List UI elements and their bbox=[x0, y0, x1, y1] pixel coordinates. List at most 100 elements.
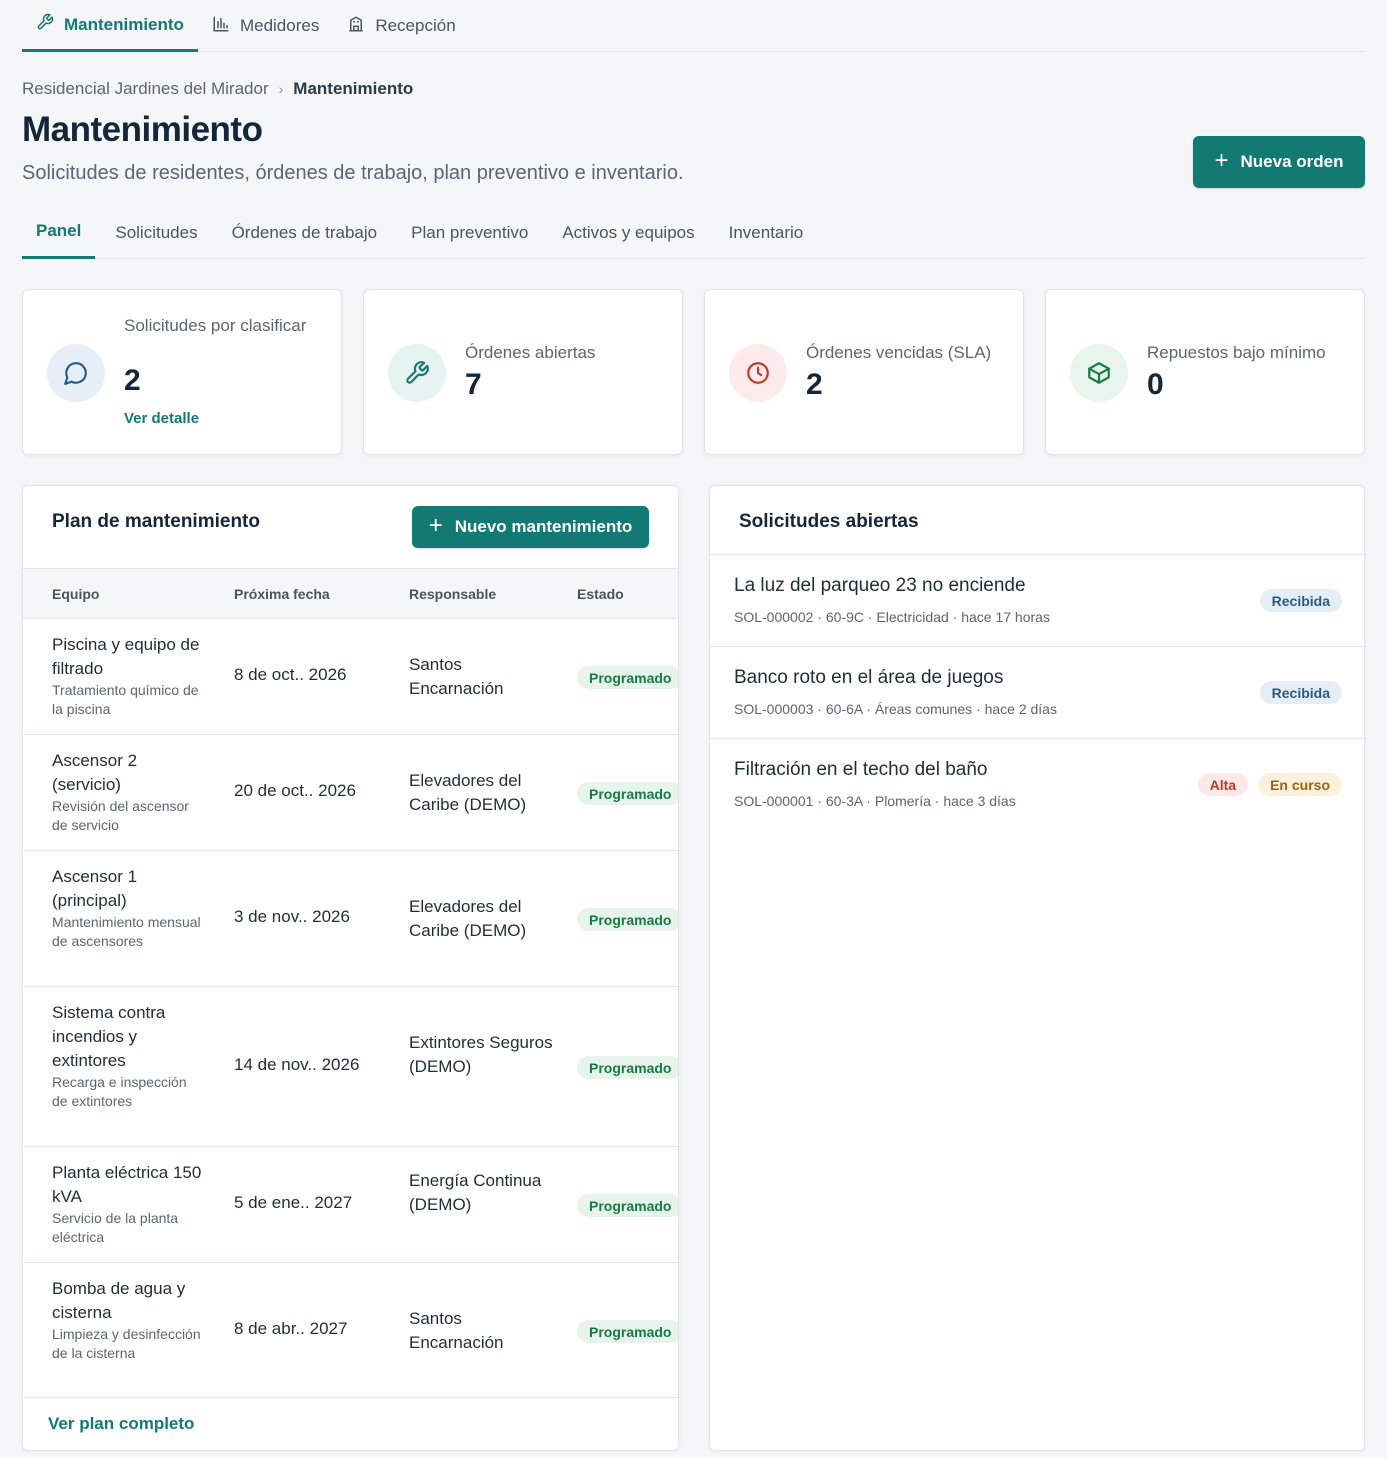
clock-icon bbox=[729, 344, 787, 402]
plus-icon: + bbox=[1214, 147, 1229, 174]
stat-card-ordenes-abiertas: Órdenes abiertas 7 bbox=[363, 289, 683, 455]
stat-value: 0 bbox=[1147, 368, 1164, 401]
topnav-label: Mantenimiento bbox=[64, 14, 184, 34]
building-icon bbox=[347, 15, 365, 38]
column-responsable: Responsable bbox=[409, 586, 497, 602]
equipment-cell: Sistema contra incendios y extintores Re… bbox=[52, 1001, 202, 1111]
next-date: 8 de oct.. 2026 bbox=[234, 665, 347, 684]
status-badge: Recibida bbox=[1259, 589, 1342, 612]
breadcrumb: Residencial Jardines del Mirador › Mante… bbox=[22, 79, 413, 99]
tab-plan-preventivo[interactable]: Plan preventivo bbox=[397, 210, 542, 259]
breadcrumb-parent[interactable]: Residencial Jardines del Mirador bbox=[22, 79, 269, 99]
responsible: Santos Encarnación bbox=[409, 1309, 504, 1352]
stat-value: 2 bbox=[124, 364, 141, 397]
stat-label: Órdenes vencidas (SLA) bbox=[806, 343, 992, 362]
priority-badge: Alta bbox=[1197, 773, 1249, 796]
tab-ordenes[interactable]: Órdenes de trabajo bbox=[218, 210, 392, 259]
table-row[interactable]: Sistema contra incendios y extintores Re… bbox=[23, 987, 678, 1147]
next-date: 8 de abr.. 2027 bbox=[234, 1319, 348, 1338]
list-item[interactable]: Banco roto en el área de juegos SOL-0000… bbox=[710, 647, 1366, 739]
table-row[interactable]: Bomba de agua y cisterna Limpieza y desi… bbox=[23, 1263, 678, 1398]
status-badge: Programado bbox=[577, 666, 678, 689]
maintenance-plan-card: Plan de mantenimiento Equipo Próxima fec… bbox=[22, 485, 679, 1451]
request-title: La luz del parqueo 23 no enciende bbox=[734, 575, 1026, 596]
equipment-description: Servicio de la planta eléctrica bbox=[52, 1210, 179, 1245]
topnav-recepcion[interactable]: Recepción bbox=[333, 0, 469, 52]
stat-label: Órdenes abiertas bbox=[465, 343, 596, 362]
equipment-cell: Bomba de agua y cisterna Limpieza y desi… bbox=[52, 1277, 202, 1363]
responsible: Elevadores del Caribe (DEMO) bbox=[409, 771, 527, 814]
new-order-button[interactable]: + Nueva orden bbox=[1193, 136, 1365, 188]
open-requests-card: Solicitudes abiertas La luz del parqueo … bbox=[709, 485, 1366, 1451]
stat-card-ordenes-vencidas: Órdenes vencidas (SLA) 2 bbox=[704, 289, 1024, 455]
table-row[interactable]: Planta eléctrica 150 kVA Servicio de la … bbox=[23, 1147, 678, 1263]
top-navigation: Mantenimiento Medidores Recepción bbox=[22, 0, 1365, 52]
box-icon bbox=[1070, 344, 1128, 402]
request-badges: Recibida bbox=[1259, 589, 1342, 612]
list-item[interactable]: La luz del parqueo 23 no enciende SOL-00… bbox=[710, 555, 1366, 647]
status-badge: En curso bbox=[1258, 773, 1342, 796]
equipment-cell: Planta eléctrica 150 kVA Servicio de la … bbox=[52, 1161, 202, 1247]
column-equipo: Equipo bbox=[52, 586, 100, 602]
request-title: Filtración en el techo del baño bbox=[734, 759, 988, 780]
list-item[interactable]: Filtración en el techo del baño SOL-0000… bbox=[710, 739, 1366, 831]
responsible: Santos Encarnación bbox=[409, 655, 504, 698]
new-maintenance-label: Nuevo mantenimiento bbox=[454, 517, 633, 536]
view-full-plan-link[interactable]: Ver plan completo bbox=[48, 1414, 194, 1434]
stat-label: Repuestos bajo mínimo bbox=[1147, 343, 1326, 362]
plan-table-header: Equipo Próxima fecha Responsable Estado bbox=[23, 568, 678, 619]
responsible: Elevadores del Caribe (DEMO) bbox=[409, 897, 527, 940]
chevron-right-icon: › bbox=[278, 81, 284, 97]
equipment-cell: Ascensor 2 (servicio) Revisión del ascen… bbox=[52, 749, 202, 835]
column-proxima-fecha: Próxima fecha bbox=[234, 586, 330, 602]
section-tabs: Panel Solicitudes Órdenes de trabajo Pla… bbox=[22, 210, 1365, 259]
equipment-description: Limpieza y desinfección de la cisterna bbox=[52, 1326, 201, 1361]
equipment-name: Ascensor 1 (principal) bbox=[52, 867, 138, 910]
equipment-description: Revisión del ascensor de servicio bbox=[52, 798, 189, 833]
stat-label: Solicitudes por clasificar bbox=[124, 316, 307, 335]
equipment-name: Planta eléctrica 150 kVA bbox=[52, 1163, 202, 1206]
wrench-icon bbox=[36, 13, 54, 36]
page-subtitle: Solicitudes de residentes, órdenes de tr… bbox=[22, 162, 684, 184]
equipment-name: Bomba de agua y cisterna bbox=[52, 1279, 186, 1322]
table-row[interactable]: Ascensor 2 (servicio) Revisión del ascen… bbox=[23, 735, 678, 851]
equipment-description: Mantenimiento mensual de ascensores bbox=[52, 914, 201, 949]
tab-solicitudes[interactable]: Solicitudes bbox=[101, 210, 211, 259]
equipment-description: Recarga e inspección de extintores bbox=[52, 1074, 187, 1109]
request-meta: SOL-000002 · 60-9C · Electricidad · hace… bbox=[734, 609, 1050, 625]
tab-activos[interactable]: Activos y equipos bbox=[548, 210, 708, 259]
next-date: 3 de nov.. 2026 bbox=[234, 907, 350, 926]
new-maintenance-button[interactable]: + Nuevo mantenimiento bbox=[412, 506, 649, 548]
ver-detalle-link[interactable]: Ver detalle bbox=[124, 410, 199, 427]
stat-value: 2 bbox=[806, 368, 823, 401]
bar-chart-icon bbox=[212, 15, 230, 38]
wrench-icon bbox=[388, 344, 446, 402]
responsible: Extintores Seguros (DEMO) bbox=[409, 1033, 553, 1076]
request-badges: Recibida bbox=[1259, 681, 1342, 704]
stat-value: 7 bbox=[465, 368, 482, 401]
equipment-name: Sistema contra incendios y extintores bbox=[52, 1003, 166, 1070]
topnav-label: Medidores bbox=[239, 16, 320, 35]
stat-card-repuestos: Repuestos bajo mínimo 0 bbox=[1045, 289, 1365, 455]
table-row[interactable]: Ascensor 1 (principal) Mantenimiento men… bbox=[23, 851, 678, 987]
request-meta: SOL-000003 · 60-6A · Áreas comunes · hac… bbox=[734, 701, 1057, 717]
plan-title: Plan de mantenimiento bbox=[52, 511, 260, 532]
request-meta: SOL-000001 · 60-3A · Plomería · hace 3 d… bbox=[734, 793, 1016, 809]
equipment-name: Ascensor 2 (servicio) bbox=[52, 751, 138, 794]
equipment-name: Piscina y equipo de filtrado bbox=[52, 635, 200, 678]
chat-bubble-icon bbox=[47, 344, 105, 402]
topnav-label: Recepción bbox=[375, 16, 456, 35]
requests-title: Solicitudes abiertas bbox=[739, 511, 919, 532]
status-badge: Recibida bbox=[1259, 681, 1342, 704]
tab-panel[interactable]: Panel bbox=[22, 210, 96, 259]
equipment-cell: Ascensor 1 (principal) Mantenimiento men… bbox=[52, 865, 202, 951]
request-badges: Alta En curso bbox=[1197, 773, 1342, 796]
next-date: 14 de nov.. 2026 bbox=[234, 1055, 360, 1074]
tab-inventario[interactable]: Inventario bbox=[715, 210, 818, 259]
table-row[interactable]: Piscina y equipo de filtrado Tratamiento… bbox=[23, 619, 678, 735]
request-title: Banco roto en el área de juegos bbox=[734, 667, 1004, 688]
topnav-mantenimiento[interactable]: Mantenimiento bbox=[22, 0, 198, 52]
topnav-medidores[interactable]: Medidores bbox=[198, 0, 333, 52]
status-badge: Programado bbox=[577, 1194, 678, 1217]
column-estado: Estado bbox=[577, 586, 624, 602]
